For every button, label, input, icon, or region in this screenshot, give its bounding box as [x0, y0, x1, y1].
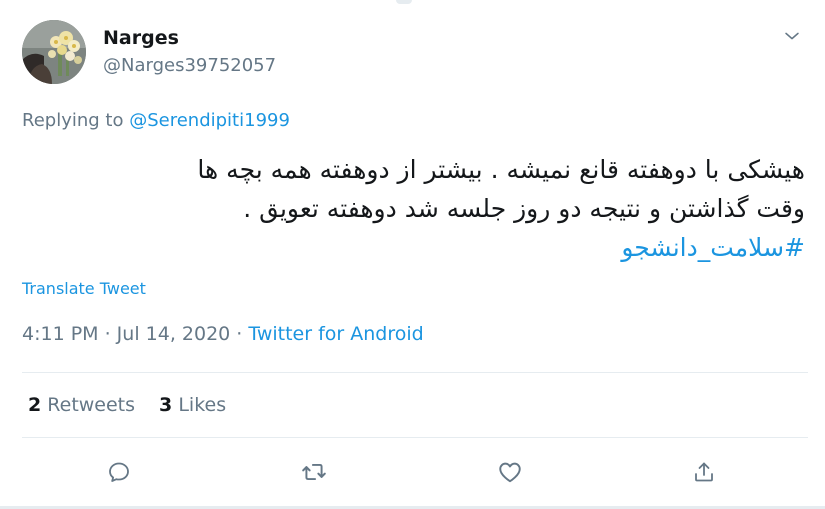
share-icon [695, 462, 713, 482]
share-button[interactable] [688, 456, 720, 488]
retweets-stat[interactable]: 2 Retweets [28, 394, 135, 416]
tweet-stats: 2 Retweets 3 Likes [28, 392, 226, 418]
divider [22, 437, 808, 438]
avatar-image [22, 20, 86, 84]
top-divider-fragment [396, 0, 412, 4]
avatar[interactable] [22, 20, 86, 84]
reply-context: Replying to @Serendipiti1999 [22, 109, 290, 133]
reply-context-prefix: Replying to [22, 110, 124, 131]
author-handle[interactable]: @Narges39752057 [103, 54, 276, 78]
tweet-meta: 4:11 PM · Jul 14, 2020 · Twitter for And… [22, 321, 424, 347]
likes-stat[interactable]: 3 Likes [159, 394, 226, 416]
reply-icon [109, 462, 129, 482]
hashtag-link[interactable]: #سلامت_دانشجو [621, 233, 805, 262]
reply-mention-link[interactable]: @Serendipiti1999 [129, 110, 290, 131]
chevron-down-icon [785, 32, 799, 40]
heart-icon [499, 462, 521, 483]
reply-button[interactable] [103, 456, 135, 488]
author-display-name[interactable]: Narges [103, 26, 179, 50]
tweet-text: هیشکی با دوهفته قانع نمیشه . بیشتر از دو… [22, 150, 805, 267]
tweet-text-line: هیشکی با دوهفته قانع نمیشه . بیشتر از دو… [197, 155, 805, 184]
retweet-button[interactable] [298, 456, 330, 488]
translate-tweet-link[interactable]: Translate Tweet [22, 278, 146, 300]
like-button[interactable] [494, 456, 526, 488]
retweets-count: 2 [28, 394, 42, 416]
retweet-icon [302, 463, 326, 481]
likes-label: Likes [178, 394, 227, 416]
tweet-card: Narges @Narges39752057 Replying to @Sere… [0, 0, 825, 509]
more-options-button[interactable] [778, 22, 806, 50]
retweets-label: Retweets [47, 394, 136, 416]
tweet-timestamp[interactable]: 4:11 PM · Jul 14, 2020 · [22, 323, 248, 345]
divider [22, 372, 808, 373]
likes-count: 3 [159, 394, 173, 416]
tweet-source-link[interactable]: Twitter for Android [248, 323, 423, 345]
tweet-text-line: وقت گذاشتن و نتیجه دو روز جلسه شد دوهفته… [243, 194, 805, 223]
